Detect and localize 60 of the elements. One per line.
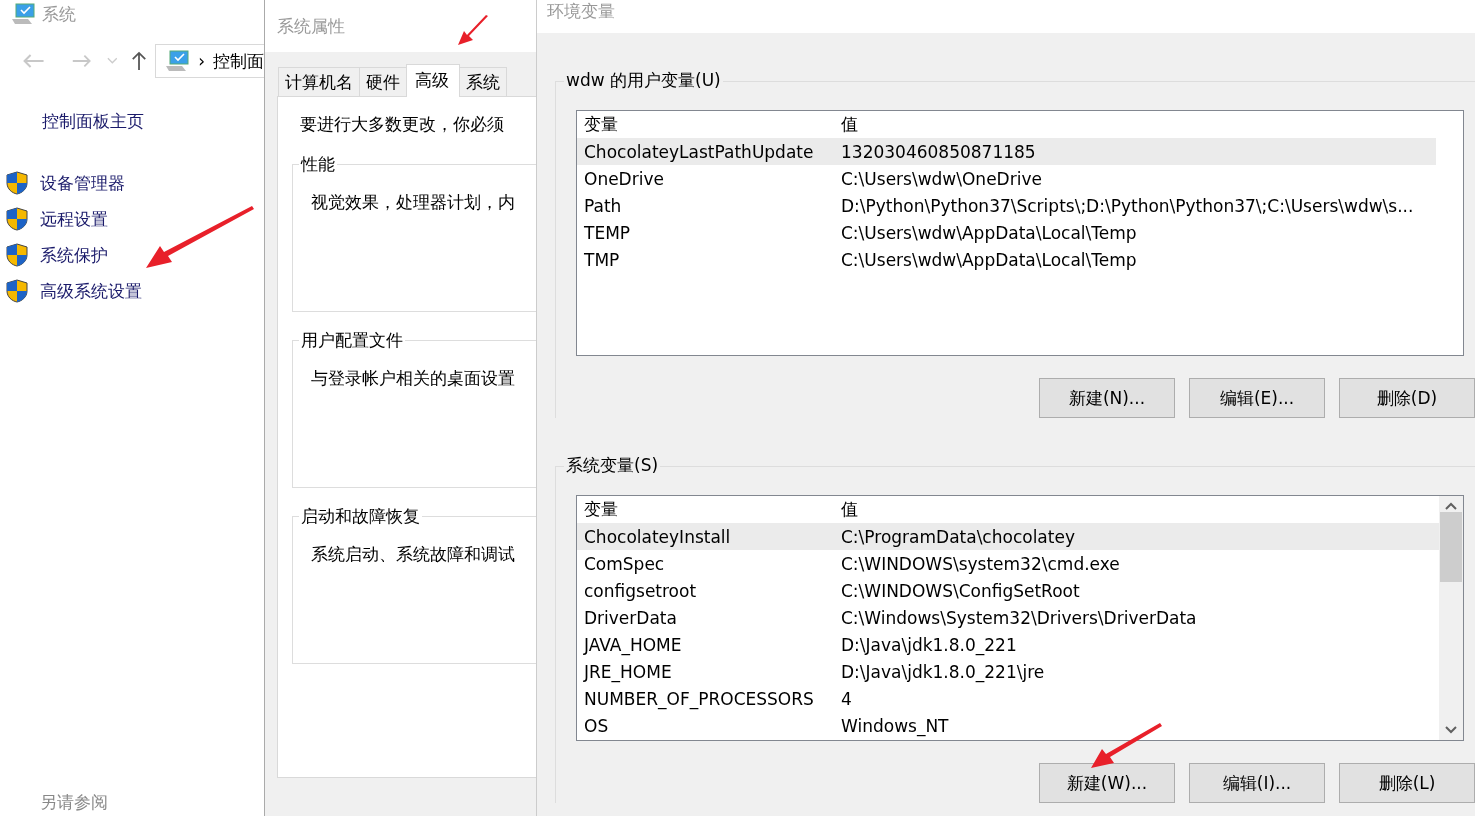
dialog-button[interactable]: 编辑(I)... (1189, 763, 1325, 803)
address-bar[interactable]: › 控制面 (155, 44, 264, 78)
list-row[interactable]: TMP C:\Users\wdw\AppData\Local\Temp (577, 246, 1436, 273)
shield-icon (6, 171, 28, 195)
pointer-arrow (455, 14, 491, 48)
breadcrumb: 控制面 (213, 49, 264, 73)
group-title: wdw 的用户变量(U) (564, 69, 723, 92)
column-header[interactable]: 变量 (577, 111, 835, 138)
shield-icon (6, 207, 28, 231)
list-row[interactable]: OS Windows_NT (577, 712, 1439, 739)
dialog-button[interactable]: 编辑(E)... (1189, 378, 1325, 418)
group-title: 用户配置文件 (299, 329, 405, 352)
list-row[interactable]: JAVA_HOME D:\Java\jdk1.8.0_221 (577, 631, 1439, 658)
group-title: 启动和故障恢复 (299, 505, 422, 528)
column-header[interactable]: 值 (835, 113, 858, 136)
window-title: 系统属性 (277, 14, 345, 38)
list-row[interactable]: ChocolateyInstall C:\ProgramData\chocolatey (577, 523, 1439, 550)
group-title: 性能 (299, 153, 337, 176)
list-row[interactable]: NUMBER_OF_PROCESSORS 4 (577, 685, 1439, 712)
group-description: 系统启动、系统故障和调试 (311, 543, 516, 566)
tab[interactable]: 系统 (459, 67, 507, 96)
list-row[interactable]: configsetroot C:\WINDOWS\ConfigSetRoot (577, 577, 1439, 604)
tab[interactable]: 计算机名 (278, 67, 360, 96)
column-header[interactable]: 值 (835, 498, 858, 521)
sidebar-link[interactable]: 高级系统设置 (40, 279, 142, 303)
list-row[interactable]: DriverData C:\Windows\System32\Drivers\DriverData (577, 604, 1439, 631)
shield-icon (6, 243, 28, 267)
scroll-up-icon[interactable] (1445, 502, 1457, 510)
window-title: 环境变量 (547, 0, 615, 23)
caret-icon[interactable] (106, 57, 118, 65)
scrollbar[interactable] (1439, 496, 1463, 740)
list-row[interactable]: ComSpec C:\WINDOWS\system32\cmd.exe (577, 550, 1439, 577)
dialog-button[interactable]: 删除(L) (1339, 763, 1475, 803)
sidebar-link[interactable]: 控制面板主页 (42, 110, 264, 133)
list-row[interactable]: JRE_HOME D:\Java\jdk1.8.0_221\jre (577, 658, 1439, 685)
forward-icon[interactable] (71, 53, 93, 69)
group-description: 视觉效果，处理器计划，内 (311, 191, 516, 214)
scroll-down-icon[interactable] (1445, 726, 1457, 734)
shield-icon (6, 279, 28, 303)
dialog-button[interactable]: 新建(W)... (1039, 763, 1175, 803)
sidebar-link[interactable]: 系统保护 (40, 243, 108, 267)
column-header[interactable]: 变量 (577, 496, 835, 523)
computer-icon (10, 3, 36, 25)
group-title: 系统变量(S) (564, 454, 661, 477)
list-row[interactable]: Path D:\Python\Python37\Scripts\;D:\Python\Python37\;C:\Users\wdw\s... (577, 192, 1436, 219)
dialog-button[interactable]: 新建(N)... (1039, 378, 1175, 418)
tab[interactable]: 高级 (406, 64, 460, 97)
computer-icon (164, 50, 191, 72)
chevron-icon: › (198, 51, 205, 71)
list-row[interactable]: OneDrive C:\Users\wdw\OneDrive (577, 165, 1436, 192)
sidebar-link[interactable]: 远程设置 (40, 207, 108, 231)
list-row[interactable]: TEMP C:\Users\wdw\AppData\Local\Temp (577, 219, 1436, 246)
section-heading: 另请参阅 (40, 791, 109, 814)
instruction-text: 要进行大多数更改，你必须 (300, 113, 505, 136)
list-row[interactable]: ChocolateyLastPathUpdate 132030460850871185 (577, 138, 1436, 165)
sidebar-link[interactable]: 设备管理器 (40, 171, 125, 195)
group-description: 与登录帐户相关的桌面设置 (311, 367, 516, 390)
dialog-button[interactable]: 删除(D) (1339, 378, 1475, 418)
up-arrow-icon[interactable] (131, 50, 148, 72)
window-title: 系统 (42, 2, 76, 26)
